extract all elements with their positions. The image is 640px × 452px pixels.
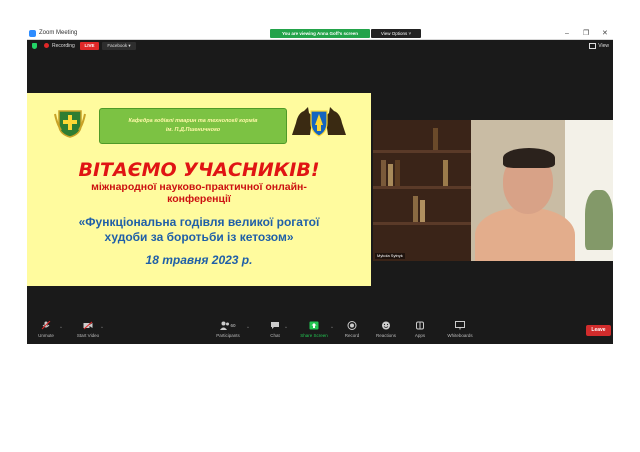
- unmute-button[interactable]: Unmute: [33, 319, 59, 344]
- whiteboard-icon: [455, 321, 465, 330]
- chat-bubble-icon: [271, 322, 279, 329]
- chat-label: Chat: [270, 333, 280, 338]
- slide-title: ВІТАЄМО УЧАСНИКІВ!: [78, 159, 320, 181]
- bookshelf-background: [373, 120, 471, 261]
- meeting-toolbar: Unmute ^ Start Video ^ 60 Participants ^…: [27, 319, 613, 344]
- participant-name-tag: Mykola Sytnyk: [375, 253, 405, 259]
- apps-label: Apps: [414, 333, 426, 338]
- view-grid-icon: [589, 42, 597, 49]
- app-title: Zoom Meeting: [39, 30, 78, 36]
- minimize-icon[interactable]: –: [565, 28, 569, 39]
- participant-hair: [503, 148, 555, 168]
- security-shield-icon[interactable]: [32, 43, 37, 49]
- facebook-stream-dropdown[interactable]: Facebook ▾: [102, 42, 136, 50]
- reactions-label: Reactions: [375, 333, 396, 338]
- zoom-app-icon: [29, 30, 36, 37]
- restore-icon[interactable]: ❐: [583, 28, 589, 39]
- muted-microphone-icon: [41, 321, 51, 330]
- whiteboards-label: Whiteboards: [447, 333, 473, 338]
- slide-subtitle-line-1: міжнародної науково-практичної онлайн-: [91, 181, 307, 193]
- chat-chevron-icon[interactable]: ^: [285, 325, 287, 330]
- share-screen-button[interactable]: Share Screen: [297, 319, 331, 344]
- university-crest-icon: [54, 110, 86, 138]
- unmute-label: Unmute: [38, 333, 54, 338]
- participant-shirt: [475, 208, 575, 261]
- slide-date: 18 травня 2023 р.: [145, 253, 253, 267]
- view-options-button[interactable]: View Options ˅: [371, 29, 421, 38]
- title-bar: Zoom Meeting You are viewing Anna Goff's…: [27, 28, 613, 40]
- start-video-button[interactable]: Start Video: [71, 319, 105, 344]
- video-options-chevron-icon[interactable]: ^: [101, 325, 103, 330]
- slide-subtitle-line-2: конференції: [167, 193, 231, 205]
- shared-screen-slide: Кафедра годівлі тварин та технології кор…: [27, 93, 371, 286]
- view-button[interactable]: View: [589, 42, 609, 50]
- share-screen-icon: [309, 321, 319, 330]
- video-off-icon: [83, 321, 93, 330]
- close-icon[interactable]: ✕: [602, 28, 608, 39]
- department-line-2: ім. П.Д.Пшеничного: [165, 127, 221, 133]
- whiteboards-button[interactable]: Whiteboards: [443, 319, 477, 344]
- zoom-meeting-window: Zoom Meeting You are viewing Anna Goff's…: [27, 28, 613, 344]
- apps-button[interactable]: Apps: [411, 319, 429, 344]
- department-line-1: Кафедра годівлі тварин та технології кор…: [128, 118, 258, 124]
- reactions-smiley-icon: [382, 321, 390, 330]
- horses-emblem-icon: [292, 107, 346, 137]
- participants-icon: [220, 321, 230, 330]
- live-badge: LIVE: [80, 42, 99, 50]
- department-banner: Кафедра годівлі тварин та технології кор…: [99, 108, 287, 144]
- participants-count: 60: [230, 323, 236, 328]
- start-video-label: Start Video: [76, 333, 100, 338]
- reactions-button[interactable]: Reactions: [373, 319, 399, 344]
- slide-topic-line-2: худоби за боротьби із кетозом»: [104, 230, 294, 244]
- meeting-status-bar: Recording LIVE Facebook ▾ View: [27, 40, 613, 52]
- share-screen-chevron-icon[interactable]: ^: [331, 325, 333, 330]
- chat-button[interactable]: Chat: [265, 319, 285, 344]
- participants-label: Participants: [216, 333, 240, 338]
- slide-topic-line-1: «Функціональна годівля великої рогатої: [78, 215, 320, 229]
- share-screen-label: Share Screen: [300, 333, 328, 338]
- participant-video-tile[interactable]: Mykola Sytnyk: [373, 120, 613, 261]
- recording-label[interactable]: Recording: [52, 42, 75, 50]
- leave-button[interactable]: Leave: [586, 325, 611, 336]
- record-label: Record: [344, 333, 360, 338]
- screen-share-banner: You are viewing Anna Goff's screen: [270, 29, 370, 38]
- participants-chevron-icon[interactable]: ^: [247, 325, 249, 330]
- record-icon: [347, 321, 357, 330]
- plant-background: [585, 190, 613, 250]
- participants-button[interactable]: 60 Participants: [213, 319, 243, 344]
- view-label: View: [598, 43, 609, 49]
- record-button[interactable]: Record: [341, 319, 363, 344]
- audio-options-chevron-icon[interactable]: ^: [60, 325, 62, 330]
- apps-grid-icon: [416, 321, 424, 330]
- recording-dot-icon: [44, 43, 49, 48]
